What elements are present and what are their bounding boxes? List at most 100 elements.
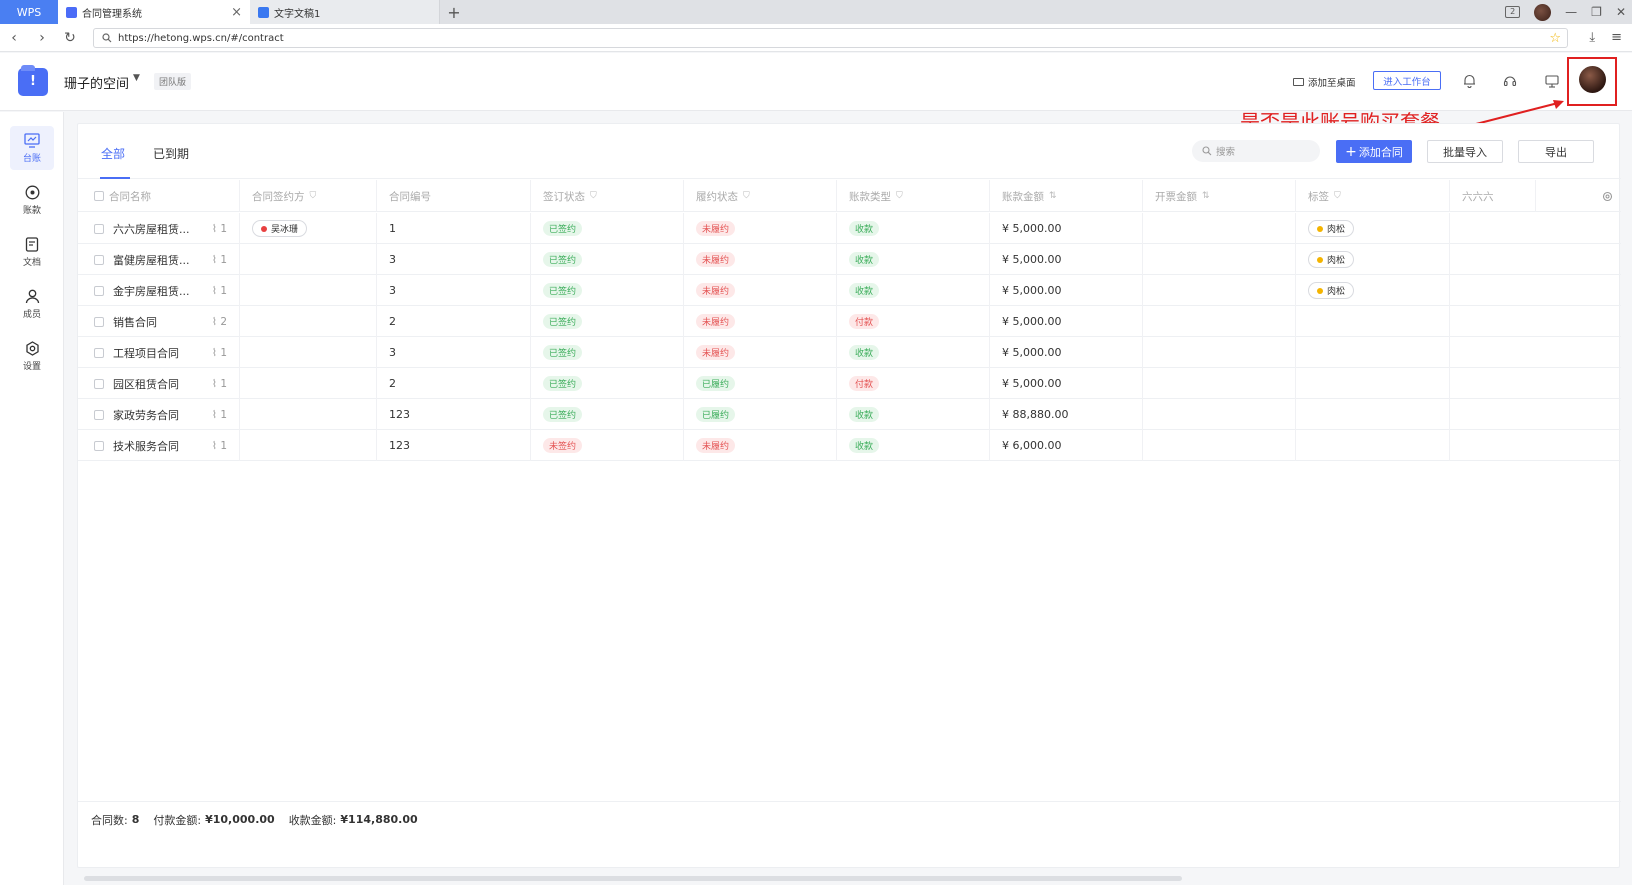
restore-icon[interactable]: ❐ [1591, 5, 1602, 19]
contract-name[interactable]: 金宇房屋租赁... [113, 283, 190, 299]
table-row[interactable]: 工程项目合同 ⌇ 1 3 已签约 未履约 收款 ¥ 5,000.00 [78, 337, 1621, 368]
attachment-count[interactable]: ⌇ 1 [212, 223, 227, 235]
cell-name[interactable]: 六六房屋租赁... ⌇ 1 [78, 213, 240, 244]
cell-perform-status[interactable]: 未履约 [684, 430, 837, 461]
cell-amount[interactable]: ¥ 5,000.00 [990, 306, 1143, 337]
attachment-count[interactable]: ⌇ 1 [212, 409, 227, 421]
cell-amount[interactable]: ¥ 5,000.00 [990, 337, 1143, 368]
download-icon[interactable]: ⤓ [1589, 30, 1595, 45]
cell-party[interactable] [240, 244, 377, 275]
cell-name[interactable]: 销售合同 ⌇ 2 [78, 306, 240, 337]
attachment-count[interactable]: ⌇ 1 [212, 440, 227, 452]
column-header-perform-status[interactable]: 履约状态 ⛉ [684, 180, 837, 212]
cell-amount[interactable]: ¥ 88,880.00 [990, 399, 1143, 430]
column-header-number[interactable]: 合同编号 [377, 180, 531, 212]
chevron-down-icon[interactable]: ▼ [133, 73, 140, 83]
horizontal-scrollbar[interactable] [84, 876, 1182, 881]
column-header-sign-status[interactable]: 签订状态 ⛉ [531, 180, 684, 212]
cell-invoice[interactable] [1143, 399, 1296, 430]
tab-contract-system[interactable]: 合同管理系统 × [58, 0, 250, 24]
cell-number[interactable]: 2 [377, 306, 531, 337]
cell-account-type[interactable]: 收款 [837, 430, 990, 461]
close-window-icon[interactable]: ✕ [1616, 5, 1626, 19]
cell-sign-status[interactable]: 已签约 [531, 399, 684, 430]
column-header-invoice[interactable]: 开票金额 ⇅ [1143, 180, 1296, 212]
tab-all[interactable]: 全部 [101, 145, 125, 162]
cell-name[interactable]: 园区租赁合同 ⌇ 1 [78, 368, 240, 399]
gear-icon[interactable] [1602, 191, 1613, 202]
sidebar-item-ledger[interactable]: 台账 [10, 126, 54, 170]
cell-invoice[interactable] [1143, 337, 1296, 368]
cell-sign-status[interactable]: 已签约 [531, 213, 684, 244]
cell-invoice[interactable] [1143, 306, 1296, 337]
table-row[interactable]: 销售合同 ⌇ 2 2 已签约 未履约 付款 ¥ 5,000.00 [78, 306, 1621, 337]
cell-custom[interactable] [1450, 337, 1621, 368]
cell-invoice[interactable] [1143, 244, 1296, 275]
contract-name[interactable]: 技术服务合同 [113, 438, 179, 454]
contract-name[interactable]: 家政劳务合同 [113, 407, 179, 423]
table-row[interactable]: 金宇房屋租赁... ⌇ 1 3 已签约 未履约 收款 ¥ 5,000.00 肉松 [78, 275, 1621, 306]
cell-name[interactable]: 技术服务合同 ⌇ 1 [78, 430, 240, 461]
cell-party[interactable] [240, 306, 377, 337]
cell-number[interactable]: 3 [377, 244, 531, 275]
reload-icon[interactable]: ↻ [56, 30, 84, 46]
sort-icon[interactable]: ⇅ [1049, 191, 1057, 201]
batch-import-button[interactable]: 批量导入 [1427, 140, 1503, 163]
row-checkbox[interactable] [94, 378, 104, 389]
cell-name[interactable]: 家政劳务合同 ⌇ 1 [78, 399, 240, 430]
cell-perform-status[interactable]: 未履约 [684, 275, 837, 306]
export-button[interactable]: 导出 [1518, 140, 1594, 163]
tab-expired[interactable]: 已到期 [153, 145, 189, 162]
bell-icon[interactable] [1460, 72, 1478, 90]
sidebar-item-accounts[interactable]: 账款 [10, 178, 54, 222]
sort-icon[interactable]: ⇅ [1202, 191, 1210, 201]
cell-perform-status[interactable]: 未履约 [684, 337, 837, 368]
cell-name[interactable]: 工程项目合同 ⌇ 1 [78, 337, 240, 368]
cell-number[interactable]: 2 [377, 368, 531, 399]
table-row[interactable]: 园区租赁合同 ⌇ 1 2 已签约 已履约 付款 ¥ 5,000.00 [78, 368, 1621, 399]
wps-home-tab[interactable]: WPS [0, 0, 58, 24]
cell-number[interactable]: 3 [377, 337, 531, 368]
cell-party[interactable] [240, 430, 377, 461]
cell-number[interactable]: 3 [377, 275, 531, 306]
column-header-name[interactable]: 合同名称 [78, 180, 240, 212]
cell-tag[interactable]: 肉松 [1296, 275, 1450, 306]
cell-amount[interactable]: ¥ 5,000.00 [990, 213, 1143, 244]
cell-custom[interactable] [1450, 430, 1621, 461]
minimize-icon[interactable]: — [1565, 5, 1577, 19]
column-header-custom[interactable]: 六六六 [1450, 180, 1536, 212]
cell-account-type[interactable]: 收款 [837, 244, 990, 275]
search-input[interactable]: 搜索 [1192, 140, 1320, 162]
column-header-account-type[interactable]: 账款类型 ⛉ [837, 180, 990, 212]
tag-chip[interactable]: 肉松 [1308, 282, 1355, 299]
contract-name[interactable]: 工程项目合同 [113, 345, 179, 361]
cell-perform-status[interactable]: 已履约 [684, 399, 837, 430]
filter-icon[interactable]: ⛉ [310, 191, 317, 201]
cell-sign-status[interactable]: 已签约 [531, 275, 684, 306]
cell-sign-status[interactable]: 已签约 [531, 244, 684, 275]
cell-number[interactable]: 1 [377, 213, 531, 244]
cell-amount[interactable]: ¥ 6,000.00 [990, 430, 1143, 461]
select-all-checkbox[interactable] [94, 191, 104, 201]
cell-party[interactable] [240, 337, 377, 368]
cell-account-type[interactable]: 收款 [837, 337, 990, 368]
cell-party[interactable]: 吴冰珊 [240, 213, 377, 244]
table-row[interactable]: 六六房屋租赁... ⌇ 1 吴冰珊 1 已签约 未履约 收款 ¥ 5,000.00 肉松 [78, 213, 1621, 244]
sidebar-item-documents[interactable]: 文档 [10, 230, 54, 274]
cell-invoice[interactable] [1143, 368, 1296, 399]
cell-name[interactable]: 金宇房屋租赁... ⌇ 1 [78, 275, 240, 306]
party-chip[interactable]: 吴冰珊 [252, 220, 308, 237]
space-title[interactable]: 珊子的空间 [64, 73, 129, 92]
cell-custom[interactable] [1450, 306, 1621, 337]
column-settings[interactable] [1536, 180, 1621, 212]
cell-tag[interactable] [1296, 306, 1450, 337]
attachment-count[interactable]: ⌇ 1 [212, 347, 227, 359]
cell-name[interactable]: 富健房屋租赁... ⌇ 1 [78, 244, 240, 275]
cell-sign-status[interactable]: 已签约 [531, 368, 684, 399]
cell-custom[interactable] [1450, 244, 1621, 275]
filter-icon[interactable]: ⛉ [590, 191, 597, 201]
cell-perform-status[interactable]: 已履约 [684, 368, 837, 399]
attachment-count[interactable]: ⌇ 1 [212, 254, 227, 266]
cell-account-type[interactable]: 付款 [837, 306, 990, 337]
cell-custom[interactable] [1450, 213, 1621, 244]
